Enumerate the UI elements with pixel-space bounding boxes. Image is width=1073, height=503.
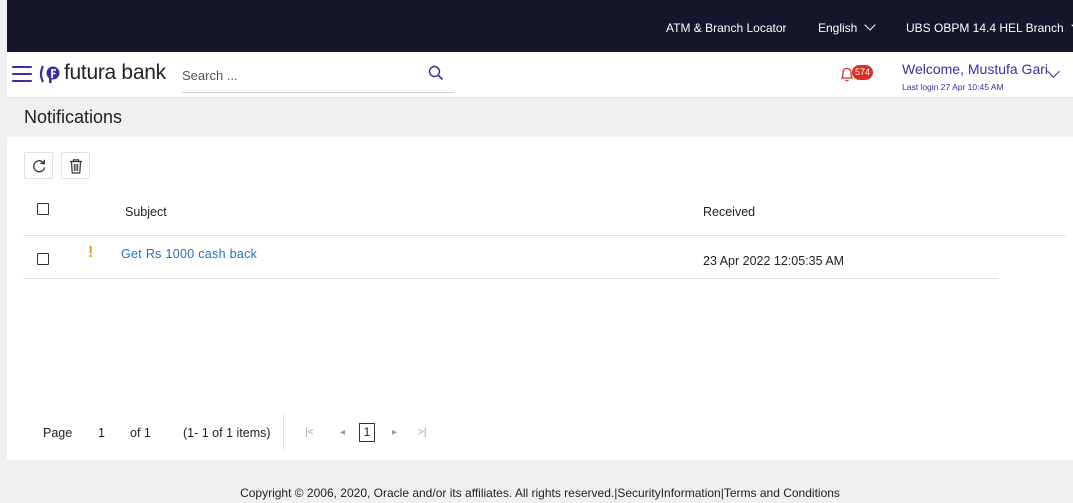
priority-exclamation-icon: !	[88, 244, 94, 261]
last-page-icon[interactable]: >|	[418, 427, 426, 438]
language-label: English	[818, 21, 858, 35]
security-information-link[interactable]: SecurityInformation	[617, 486, 720, 500]
pagination-items-label: (1- 1 of 1 items)	[183, 426, 271, 440]
pagination-page-label: Page	[43, 426, 73, 440]
top-bar: ATM & Branch Locator English UBS OBPM 14…	[7, 0, 1073, 52]
notification-subject-link[interactable]: Get Rs 1000 cash back	[121, 247, 257, 261]
search-input[interactable]	[182, 64, 422, 86]
footer: Copyright © 2006, 2020, Oracle and/or it…	[7, 483, 1073, 503]
chevron-down-icon[interactable]	[1047, 65, 1060, 78]
app-header: futura bank 574 Welcome, Mustufa Gari La…	[7, 52, 1073, 98]
atm-branch-locator-link[interactable]: ATM & Branch Locator	[666, 0, 787, 52]
page-number-button[interactable]: 1	[359, 423, 375, 442]
divider	[283, 414, 284, 450]
branch-selector[interactable]: UBS OBPM 14.4 HEL Branch	[906, 0, 1073, 52]
copyright-text: Copyright © 2006, 2020, Oracle and/or it…	[240, 486, 615, 500]
last-login-text: Last login 27 Apr 10:45 AM	[902, 82, 1004, 92]
pagination-of-label: of 1	[130, 426, 151, 440]
branch-label: UBS OBPM 14.4 HEL Branch	[906, 21, 1064, 35]
previous-page-icon[interactable]: ◂	[340, 427, 345, 438]
divider	[23, 278, 998, 279]
received-date: 23 Apr 2022 12:05:35 AM	[703, 254, 845, 268]
first-page-icon[interactable]: |<	[305, 427, 313, 438]
brand-name: futura bank	[64, 61, 166, 84]
chevron-down-icon	[864, 19, 877, 31]
hamburger-icon[interactable]	[12, 66, 32, 82]
delete-button[interactable]	[61, 152, 90, 179]
refresh-icon	[33, 159, 46, 173]
page-title: Notifications	[24, 107, 123, 127]
column-header-subject[interactable]: Subject	[125, 205, 167, 219]
row-checkbox[interactable]	[37, 253, 49, 265]
search-box	[182, 60, 454, 93]
language-selector[interactable]: English	[818, 0, 877, 52]
welcome-user[interactable]: Welcome, Mustufa Gari	[902, 61, 1048, 77]
search-icon[interactable]	[428, 65, 444, 81]
notification-count-badge[interactable]: 574	[852, 65, 874, 80]
divider	[23, 235, 1066, 236]
refresh-button[interactable]	[24, 152, 53, 179]
select-all-checkbox[interactable]	[37, 203, 49, 215]
trash-icon	[70, 159, 82, 174]
pagination-current-page: 1	[98, 426, 105, 440]
column-header-received[interactable]: Received	[703, 205, 755, 219]
next-page-icon[interactable]: ▸	[392, 427, 397, 438]
terms-and-conditions-link[interactable]: Terms and Conditions	[724, 486, 840, 500]
notifications-panel: Subject Received ! Get Rs 1000 cash back…	[7, 137, 1073, 460]
futura-bank-logo-icon	[39, 65, 60, 83]
